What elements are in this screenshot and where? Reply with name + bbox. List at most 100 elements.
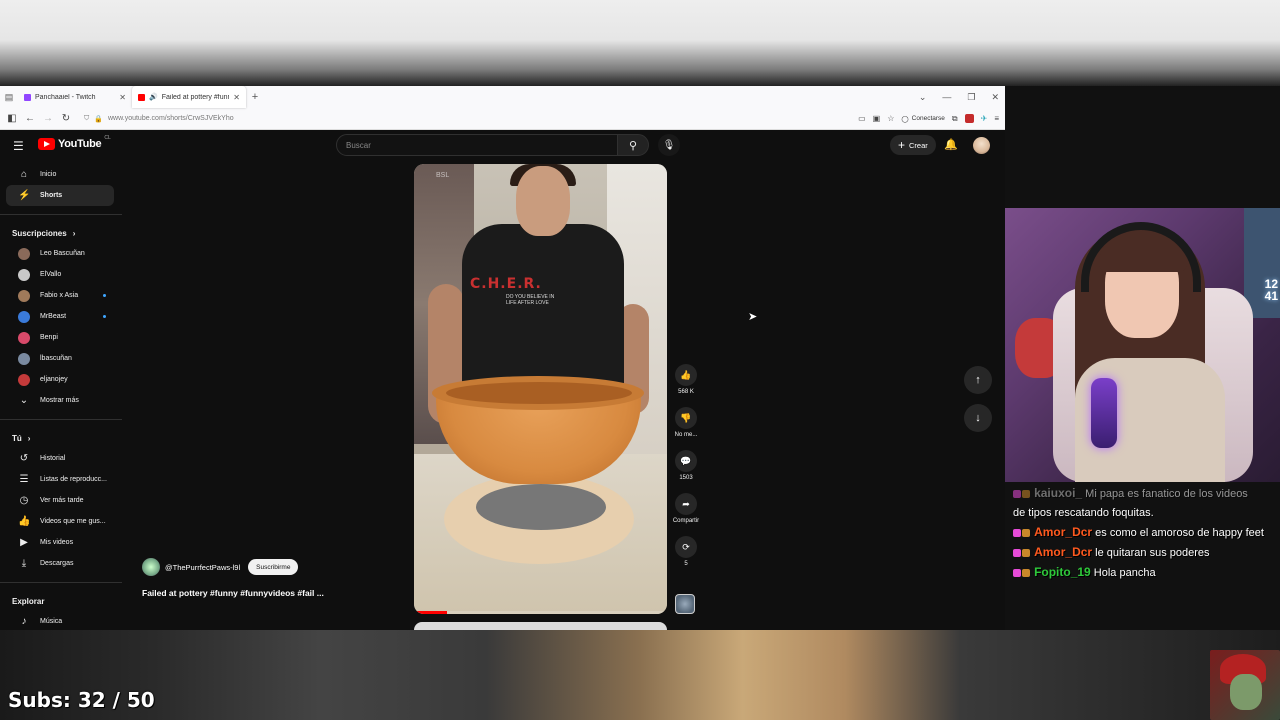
- extension-teal-icon[interactable]: ✈: [981, 114, 988, 123]
- shield-icon[interactable]: ⛉: [84, 115, 89, 123]
- search-input[interactable]: Buscar: [336, 134, 618, 156]
- sound-source-thumbnail[interactable]: [675, 594, 695, 614]
- chat-username[interactable]: Amor_Dcr: [1034, 545, 1092, 559]
- tab-overview-icon[interactable]: ▤: [0, 86, 18, 108]
- video-progress-bar[interactable]: [414, 611, 667, 614]
- sidebar-item-shorts[interactable]: ⚡ Shorts: [6, 185, 114, 206]
- maximize-icon[interactable]: ❐: [967, 92, 975, 103]
- picture-in-picture-icon[interactable]: ▣: [873, 114, 881, 123]
- back-icon[interactable]: ←: [24, 113, 36, 124]
- search-button[interactable]: ⚲: [617, 134, 649, 156]
- comments-button[interactable]: 💬: [675, 450, 697, 472]
- sidebar-item-ver-más-tarde[interactable]: ◷ Ver más tarde: [6, 490, 114, 511]
- sidebar-item-mrbeast[interactable]: MrBeast: [6, 306, 114, 327]
- reload-icon[interactable]: ↻: [60, 113, 72, 124]
- chevron-right-icon: ›: [72, 228, 76, 238]
- liked-videos-icon: 👍: [18, 516, 31, 527]
- sub-badge-icon: [1022, 529, 1030, 538]
- next-short-button[interactable]: ↓: [964, 404, 992, 432]
- downloads-icon: ⤓: [21, 558, 27, 569]
- sub-badge-icon: [1022, 569, 1030, 578]
- sidebar-item-fabio-x-asia[interactable]: Fabio x Asia: [6, 285, 114, 306]
- sidebar-item-listas-de-reproducc[interactable]: ☰ Listas de reproducc...: [6, 469, 114, 490]
- explore-header: Explorar: [0, 591, 122, 611]
- sidebar-item-benpi[interactable]: Benpi: [6, 327, 114, 348]
- sidebar-item-elvallo[interactable]: ElVallo: [6, 264, 114, 285]
- remix-label: 5: [684, 561, 688, 567]
- chat-text: es como el amoroso de happy feet: [1095, 527, 1264, 539]
- reader-view-icon[interactable]: ▭: [858, 114, 866, 123]
- you-list: ↺ Historial ☰ Listas de reproducc... ◷ Ver má…: [0, 448, 122, 574]
- subs-counter: Subs: 32 / 50: [8, 688, 155, 712]
- arrow-up-icon: ↑: [975, 374, 981, 386]
- sidebar-item-historial[interactable]: ↺ Historial: [6, 448, 114, 469]
- next-short-preview[interactable]: [414, 622, 667, 630]
- url-field[interactable]: ⛉ 🔒 www.youtube.com/shorts/CrwSJVEkYho: [78, 111, 852, 127]
- new-tab-button[interactable]: +: [246, 86, 264, 108]
- sidebar-item-mis-videos[interactable]: ▶ Mis videos: [6, 532, 114, 553]
- chevron-down-icon: ⌄: [19, 395, 29, 406]
- sidebar-item-label: lbascuñan: [40, 355, 72, 362]
- sidebar-item-música[interactable]: ♪ Música: [6, 611, 114, 630]
- comment-icon: 💬: [680, 455, 692, 466]
- sidebar-toggle-icon[interactable]: ◧: [6, 113, 18, 124]
- chat-username[interactable]: Fopito_19: [1034, 565, 1091, 579]
- sidebar-item-inicio[interactable]: ⌂ Inicio: [6, 164, 114, 185]
- tab-twitch[interactable]: Panchaaiel - Twitch ✕: [18, 86, 132, 108]
- minimize-icon[interactable]: —: [942, 92, 951, 102]
- voice-search-button[interactable]: 🎙: [658, 134, 680, 156]
- bookmark-star-icon[interactable]: ☆: [887, 114, 894, 123]
- close-tab-icon[interactable]: ✕: [119, 93, 126, 102]
- show-more-button[interactable]: ⌄ Mostrar más: [6, 390, 114, 411]
- tab-list-icon[interactable]: ⌄: [919, 92, 927, 103]
- menu-icon[interactable]: ≡: [994, 114, 999, 123]
- art-face: [1230, 674, 1262, 710]
- sidebar-item-label: Shorts: [40, 192, 63, 199]
- hamburger-menu-icon[interactable]: ☰: [13, 139, 24, 153]
- close-window-icon[interactable]: ✕: [991, 92, 999, 103]
- sidebar-item-eljanojey[interactable]: eljanojey: [6, 369, 114, 390]
- sidebar-item-label: Música: [40, 618, 63, 625]
- you-header[interactable]: Tú ›: [0, 428, 122, 448]
- section-title: Tú: [12, 433, 22, 443]
- account-button[interactable]: ◯ Conectarse: [901, 115, 945, 123]
- dislike-button[interactable]: 👎: [675, 407, 697, 429]
- extension-red-icon[interactable]: [964, 114, 974, 123]
- share-button[interactable]: ➦: [675, 493, 697, 515]
- channel-avatar[interactable]: [142, 558, 160, 576]
- chat-message: Amor_Dcr le quitaran sus poderes: [1013, 543, 1280, 563]
- previous-short-button[interactable]: ↑: [964, 366, 992, 394]
- close-tab-icon[interactable]: ✕: [233, 93, 240, 102]
- lock-icon: 🔒: [94, 115, 103, 123]
- create-button[interactable]: + Crear: [890, 135, 936, 155]
- chat-message: de tipos rescatando foquitas.: [1013, 504, 1280, 523]
- channel-avatar: [18, 289, 30, 302]
- youtube-logo[interactable]: YouTube CL: [38, 135, 111, 150]
- remix-action: ⟳ 5: [672, 536, 700, 567]
- country-code: CL: [104, 135, 111, 141]
- forward-icon[interactable]: →: [42, 113, 54, 124]
- tab-youtube[interactable]: 🔊 Failed at pottery #funny #fi ✕: [132, 86, 246, 108]
- remix-button[interactable]: ⟳: [675, 536, 697, 558]
- short-video-player[interactable]: C.H.E.R. DO YOU BELIEVE IN LIFE AFTER LO…: [414, 164, 667, 614]
- channel-name[interactable]: @ThePurrfectPaws-l9l: [165, 563, 240, 572]
- user-avatar[interactable]: [973, 137, 990, 154]
- arrow-down-icon: ↓: [975, 412, 981, 424]
- subscriptions-header[interactable]: Suscripciones ›: [0, 223, 122, 243]
- address-bar: ◧ ← → ↻ ⛉ 🔒 www.youtube.com/shorts/CrwSJ…: [0, 108, 1005, 130]
- chat-message: kaiuxoi_ Mi papa es fanatico de los vide…: [1013, 484, 1280, 504]
- sidebar-item-leo-bascuñan[interactable]: Leo Bascuñan: [6, 243, 114, 264]
- like-button[interactable]: 👍: [675, 364, 697, 386]
- sidebar-item-descargas[interactable]: ⤓ Descargas: [6, 553, 114, 574]
- chat-username[interactable]: Amor_Dcr: [1034, 525, 1092, 539]
- sidebar-item-videos-que-me-gus[interactable]: 👍 Videos que me gus...: [6, 511, 114, 532]
- subscribe-button[interactable]: Suscribirme: [248, 559, 299, 575]
- sidebar-item-lbascuñan[interactable]: lbascuñan: [6, 348, 114, 369]
- extensions-icon[interactable]: ⧉: [952, 114, 958, 124]
- speaker-icon[interactable]: 🔊: [149, 93, 158, 101]
- toolbar-icons: ▭ ▣ ☆ ◯ Conectarse ⧉ ✈ ≡: [858, 114, 999, 124]
- chat-username[interactable]: kaiuxoi_: [1034, 486, 1082, 500]
- notifications-bell-icon[interactable]: 🔔: [944, 138, 958, 151]
- sidebar: ⌂ Inicio ⚡ Shorts Suscripciones › Leo Bascu…: [0, 164, 122, 630]
- video-title[interactable]: Failed at pottery #funny #funnyvideos #f…: [142, 588, 324, 598]
